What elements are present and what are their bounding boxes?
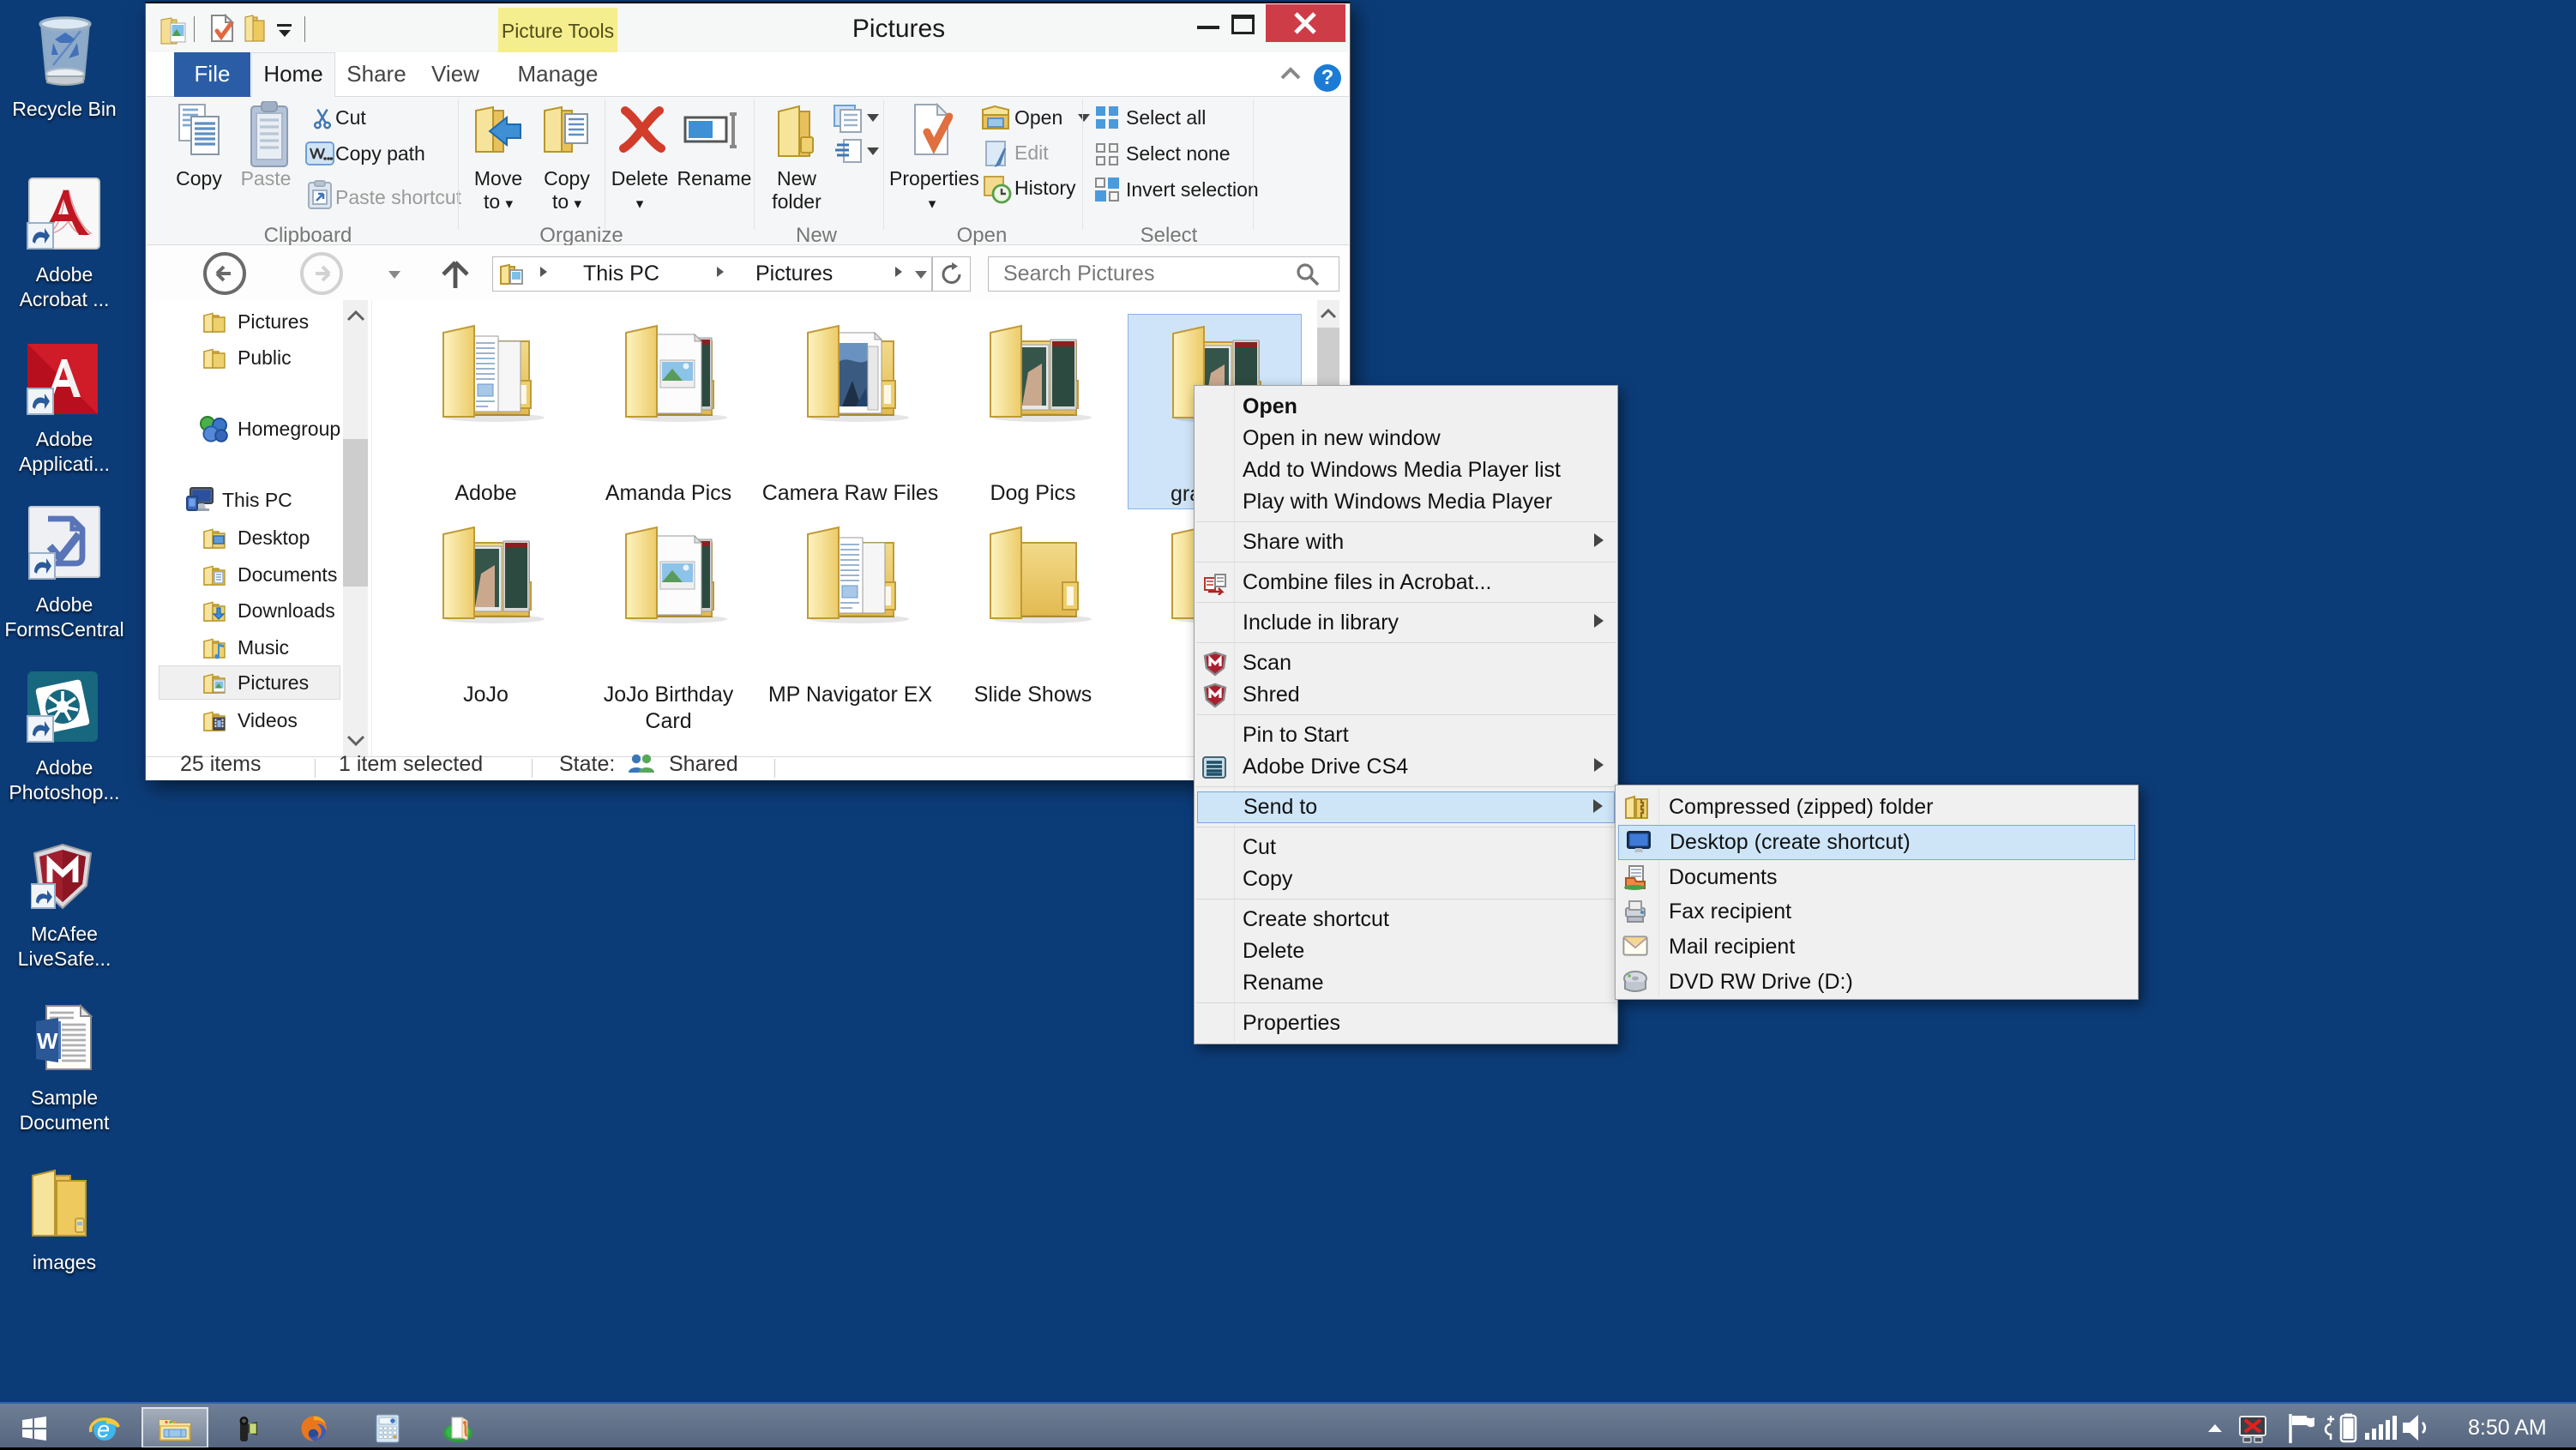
svg-text:W: W [37,1028,58,1054]
